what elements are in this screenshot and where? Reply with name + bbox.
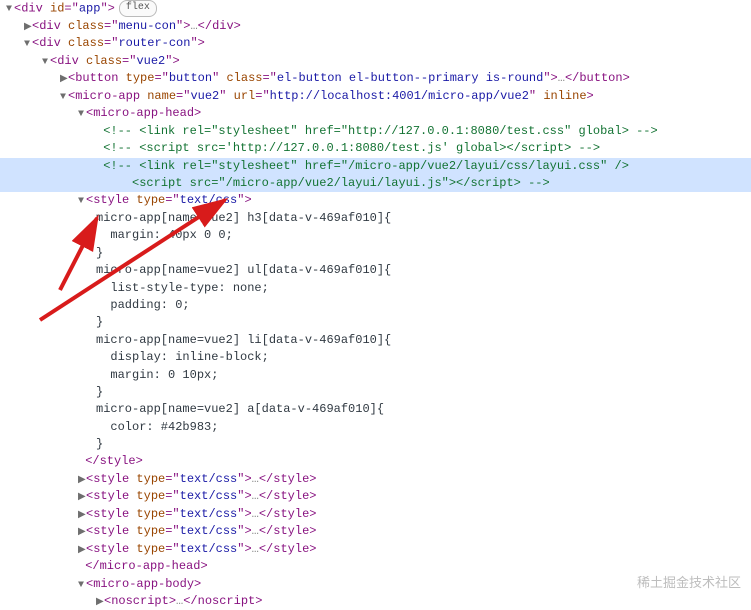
node-style-collapsed[interactable]: ▶<style type="text/css">…</style> — [0, 523, 751, 541]
caret-expanded-icon[interactable]: ▼ — [78, 579, 86, 594]
css-text[interactable]: list-style-type: none; — [0, 280, 751, 297]
css-text[interactable]: } — [0, 436, 751, 453]
caret-collapsed-icon[interactable]: ▶ — [96, 596, 104, 610]
node-micro-app[interactable]: ▼<micro-app name="vue2" url="http://loca… — [0, 88, 751, 106]
caret-expanded-icon[interactable]: ▼ — [6, 3, 14, 18]
caret-collapsed-icon[interactable]: ▶ — [78, 509, 86, 524]
comment-node-selected[interactable]: <script src="/micro-app/vue2/layui/layui… — [0, 175, 751, 192]
flex-badge: flex — [119, 0, 157, 17]
css-text[interactable]: } — [0, 384, 751, 401]
css-text[interactable]: micro-app[name=vue2] ul[data-v-469af010]… — [0, 262, 751, 279]
caret-expanded-icon[interactable]: ▼ — [78, 195, 86, 210]
node-style-collapsed[interactable]: ▶<style type="text/css">…</style> — [0, 506, 751, 524]
node-div-app[interactable]: ▼<div id="app">flex — [0, 0, 751, 18]
node-div-menu-con[interactable]: ▶<div class="menu-con">…</div> — [0, 18, 751, 36]
node-noscript[interactable]: ▶<noscript>…</noscript> — [0, 593, 751, 610]
caret-expanded-icon[interactable]: ▼ — [60, 91, 68, 106]
css-text[interactable]: margin: 0 10px; — [0, 367, 751, 384]
node-style-close[interactable]: </style> — [0, 453, 751, 470]
css-text[interactable]: padding: 0; — [0, 297, 751, 314]
comment-node[interactable]: <!-- <script src='http://127.0.0.1:8080/… — [0, 140, 751, 157]
node-style-collapsed[interactable]: ▶<style type="text/css">…</style> — [0, 541, 751, 559]
css-text[interactable]: } — [0, 245, 751, 262]
node-style-collapsed[interactable]: ▶<style type="text/css">…</style> — [0, 471, 751, 489]
caret-collapsed-icon[interactable]: ▶ — [60, 73, 68, 88]
caret-collapsed-icon[interactable]: ▶ — [24, 21, 32, 36]
css-text[interactable]: color: #42b983; — [0, 419, 751, 436]
caret-collapsed-icon[interactable]: ▶ — [78, 474, 86, 489]
css-text[interactable]: micro-app[name=vue2] a[data-v-469af010]{ — [0, 401, 751, 418]
node-style-expanded[interactable]: ▼<style type="text/css"> — [0, 192, 751, 210]
css-text[interactable]: display: inline-block; — [0, 349, 751, 366]
caret-collapsed-icon[interactable]: ▶ — [78, 526, 86, 541]
caret-expanded-icon[interactable]: ▼ — [42, 56, 50, 71]
caret-expanded-icon[interactable]: ▼ — [24, 38, 32, 53]
node-micro-app-head[interactable]: ▼<micro-app-head> — [0, 105, 751, 123]
css-text[interactable]: margin: 40px 0 0; — [0, 227, 751, 244]
caret-collapsed-icon[interactable]: ▶ — [78, 544, 86, 559]
css-text[interactable]: micro-app[name=vue2] h3[data-v-469af010]… — [0, 210, 751, 227]
css-text[interactable]: micro-app[name=vue2] li[data-v-469af010]… — [0, 332, 751, 349]
caret-collapsed-icon[interactable]: ▶ — [78, 491, 86, 506]
css-text[interactable]: } — [0, 314, 751, 331]
node-button[interactable]: ▶<button type="button" class="el-button … — [0, 70, 751, 88]
watermark: 稀土掘金技术社区 — [637, 574, 741, 593]
comment-node-selected[interactable]: <!-- <link rel="stylesheet" href="/micro… — [0, 158, 751, 175]
node-div-vue2[interactable]: ▼<div class="vue2"> — [0, 53, 751, 71]
node-micro-app-head-close[interactable]: </micro-app-head> — [0, 558, 751, 575]
caret-expanded-icon[interactable]: ▼ — [78, 108, 86, 123]
node-div-router-con[interactable]: ▼<div class="router-con"> — [0, 35, 751, 53]
node-style-collapsed[interactable]: ▶<style type="text/css">…</style> — [0, 488, 751, 506]
elements-tree: ▼<div id="app">flex ▶<div class="menu-co… — [0, 0, 751, 610]
comment-node[interactable]: <!-- <link rel="stylesheet" href="http:/… — [0, 123, 751, 140]
